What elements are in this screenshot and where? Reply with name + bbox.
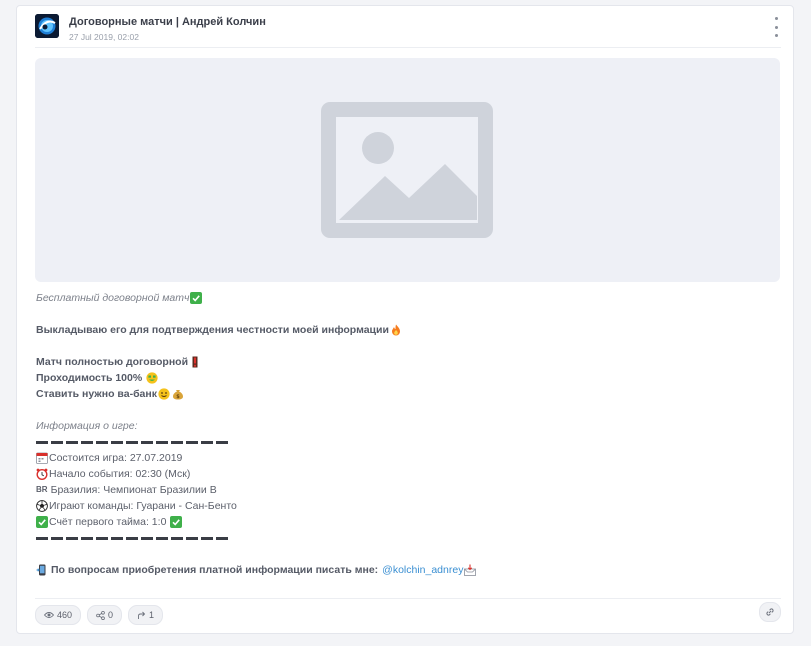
money-face-icon [146, 372, 158, 384]
soccer-ball-icon [36, 500, 48, 512]
post-stats: 460 0 1 [35, 605, 164, 625]
text-line-11: Счёт первого тайма: 1:0 [36, 514, 781, 530]
link-icon [766, 608, 774, 616]
fire-icon [390, 324, 402, 336]
exclamation-icon [189, 356, 201, 368]
footer-divider [35, 598, 781, 599]
dash-separator [36, 530, 781, 546]
views-counter[interactable]: 460 [35, 605, 82, 625]
text-line-2: Выкладываю его для подтверждения честнос… [36, 322, 781, 338]
text-line-1: Бесплатный договорной матч [36, 290, 781, 306]
post-media-placeholder[interactable] [35, 58, 780, 282]
alarm-clock-icon [36, 468, 48, 480]
channel-avatar[interactable] [35, 14, 59, 38]
check-box-icon [170, 516, 183, 528]
smile-icon [158, 388, 170, 400]
text-line-12: По вопросам приобретения платной информа… [36, 562, 781, 578]
copy-link-button[interactable] [759, 602, 781, 622]
post-date: 27 Jul 2019, 02:02 [69, 32, 139, 42]
forward-icon [138, 611, 146, 619]
contact-link[interactable]: @kolchin_adnrey [382, 562, 463, 578]
text-line-4: Проходимость 100% [36, 370, 781, 386]
check-box-icon [36, 516, 48, 528]
text-line-10: Играют команды: Гуарани - Сан-Бенто [36, 498, 781, 514]
share-icon [96, 610, 105, 620]
dash-separator [36, 434, 781, 450]
calendar-icon [36, 452, 48, 464]
flag-code: BR [36, 485, 48, 494]
inbox-icon [464, 564, 477, 576]
text-line-9: BR Бразилия: Чемпионат Бразилии B [36, 484, 217, 496]
more-vertical-icon[interactable] [771, 17, 781, 37]
eye-icon [44, 612, 54, 618]
header-divider [35, 47, 781, 48]
channel-name[interactable]: Договорные матчи | Андрей Колчин [69, 16, 266, 28]
image-placeholder-icon [321, 102, 493, 238]
text-line-6: Информация о игре: [36, 420, 138, 432]
text-line-7: Состоится игра: 27.07.2019 [36, 450, 781, 466]
text-line-8: Начало события: 02:30 (Мск) [36, 466, 781, 482]
phone-icon [36, 564, 48, 576]
money-bag-icon: $ [172, 388, 184, 400]
post-header: Договорные матчи | Андрей Колчин 27 Jul … [35, 14, 781, 50]
post-text: Бесплатный договорной матч Выкладываю ег… [36, 290, 781, 578]
shares-counter[interactable]: 0 [87, 605, 123, 625]
forwards-counter[interactable]: 1 [128, 605, 164, 625]
check-box-icon [190, 292, 203, 304]
text-line-5: Ставить нужно ва-банк $ [36, 386, 781, 402]
post-card: Договорные матчи | Андрей Колчин 27 Jul … [16, 5, 794, 634]
svg-text:$: $ [176, 394, 180, 400]
text-line-3: Матч полностью договорной [36, 354, 781, 370]
